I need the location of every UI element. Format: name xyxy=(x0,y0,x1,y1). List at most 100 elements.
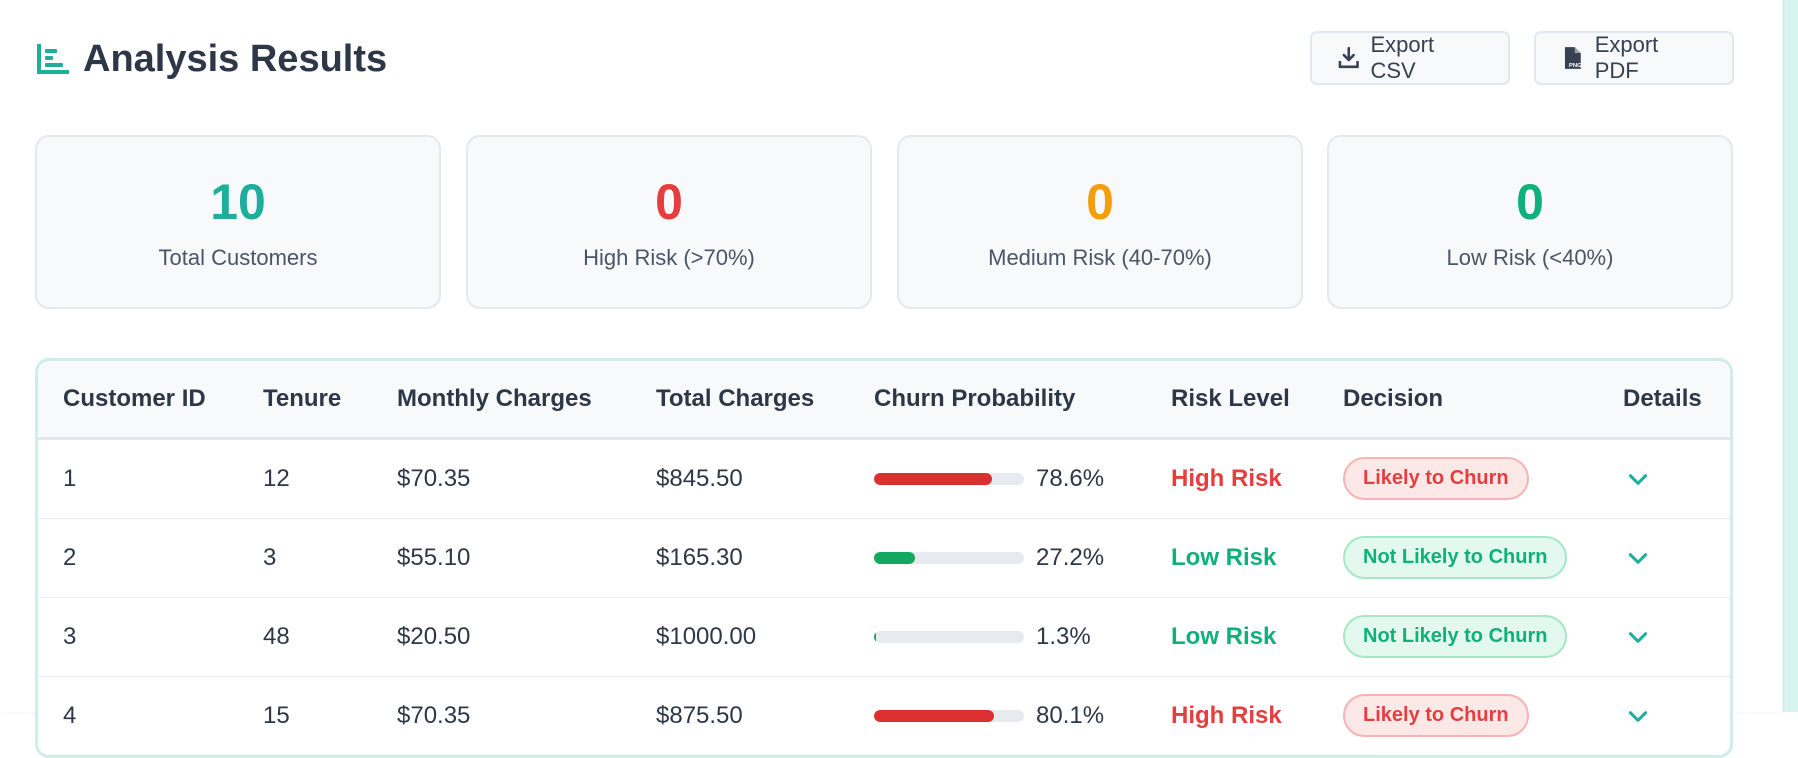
table-row: 2 3 $55.10 $165.30 27.2% Low Risk Not Likely t… xyxy=(38,518,1730,597)
risk-level-text: Low Risk xyxy=(1171,622,1277,650)
cell-tenure: 3 xyxy=(263,543,277,571)
table-body: 1 12 $70.35 $845.50 78.6% High Risk Likely to … xyxy=(38,438,1730,755)
probability-bar xyxy=(874,551,1024,564)
stat-label: High Risk (>70%) xyxy=(583,245,755,270)
stat-value: 0 xyxy=(1516,174,1544,230)
column-header-decision[interactable]: Decision xyxy=(1318,361,1598,438)
right-edge-strip xyxy=(1783,0,1798,712)
stat-value: 0 xyxy=(655,174,683,230)
decision-badge: Likely to Churn xyxy=(1343,457,1529,500)
decision-badge: Not Likely to Churn xyxy=(1343,536,1568,579)
probability-value: 27.2% xyxy=(1036,543,1105,571)
cell-customer-id: 2 xyxy=(63,543,77,571)
risk-level-text: High Risk xyxy=(1171,464,1282,492)
expand-details-button[interactable] xyxy=(1623,703,1730,729)
cell-tenure: 15 xyxy=(263,701,290,729)
cell-decision: Not Likely to Churn xyxy=(1318,518,1598,597)
cell-risk-level: High Risk xyxy=(1146,438,1318,518)
risk-level-text: High Risk xyxy=(1171,701,1282,729)
download-icon xyxy=(1338,46,1359,69)
cell-customer-id: 1 xyxy=(63,464,77,492)
export-pdf-label: Export PDF xyxy=(1594,32,1659,83)
column-header-monthly-charges[interactable]: Monthly Charges xyxy=(372,361,631,438)
cell-total-charges: $165.30 xyxy=(656,543,743,571)
column-header-risk-level[interactable]: Risk Level xyxy=(1146,361,1318,438)
stat-label: Low Risk (<40%) xyxy=(1446,245,1614,270)
probability-bar xyxy=(874,472,1024,485)
cell-monthly-charges: $55.10 xyxy=(397,543,471,571)
column-header-total-charges[interactable]: Total Charges xyxy=(631,361,849,438)
page-header: Analysis Results xyxy=(35,34,387,84)
stat-value: 0 xyxy=(1086,174,1114,230)
stat-card-high-risk: 0 High Risk (>70%) xyxy=(466,135,872,309)
cell-customer-id: 3 xyxy=(63,622,77,650)
probability-value: 1.3% xyxy=(1036,622,1091,650)
cell-decision: Likely to Churn xyxy=(1318,676,1598,755)
cell-churn-probability: 27.2% xyxy=(849,518,1146,597)
export-csv-label: Export CSV xyxy=(1370,32,1435,83)
bar-chart-icon xyxy=(35,41,71,77)
cell-tenure: 48 xyxy=(263,622,290,650)
cell-total-charges: $845.50 xyxy=(656,464,743,492)
probability-bar-fill xyxy=(874,551,915,564)
cell-details xyxy=(1598,676,1730,755)
table-header-row: Customer ID Tenure Monthly Charges Total… xyxy=(38,361,1730,438)
stat-card-total-customers: 10 Total Customers xyxy=(35,135,441,309)
expand-details-button[interactable] xyxy=(1623,466,1730,492)
page-title: Analysis Results xyxy=(83,37,388,80)
column-header-customer-id[interactable]: Customer ID xyxy=(38,361,238,438)
cell-risk-level: Low Risk xyxy=(1146,518,1318,597)
cell-details xyxy=(1598,518,1730,597)
png-file-icon: PNG xyxy=(1564,47,1582,69)
cell-risk-level: High Risk xyxy=(1146,676,1318,755)
stat-card-medium-risk: 0 Medium Risk (40-70%) xyxy=(897,135,1303,309)
decision-badge: Not Likely to Churn xyxy=(1343,615,1568,658)
cell-churn-probability: 80.1% xyxy=(849,676,1146,755)
analysis-results-panel: Analysis Results Export CSV PNG Export P… xyxy=(0,0,1782,758)
export-csv-button[interactable]: Export CSV xyxy=(1310,31,1510,85)
cell-details xyxy=(1598,597,1730,676)
expand-details-button[interactable] xyxy=(1623,624,1730,650)
cell-total-charges: $1000.00 xyxy=(656,622,757,650)
probability-value: 80.1% xyxy=(1036,701,1105,729)
cell-details xyxy=(1598,438,1730,518)
cell-monthly-charges: $70.35 xyxy=(397,701,471,729)
results-table-container: Customer ID Tenure Monthly Charges Total… xyxy=(35,358,1733,758)
cell-decision: Not Likely to Churn xyxy=(1318,597,1598,676)
expand-details-button[interactable] xyxy=(1623,545,1730,571)
stat-card-low-risk: 0 Low Risk (<40%) xyxy=(1327,135,1733,309)
stat-value: 10 xyxy=(210,174,266,230)
probability-bar-fill xyxy=(874,630,876,643)
cell-tenure: 12 xyxy=(263,464,290,492)
column-header-tenure[interactable]: Tenure xyxy=(238,361,372,438)
risk-level-text: Low Risk xyxy=(1171,543,1277,571)
decision-badge: Likely to Churn xyxy=(1343,694,1529,737)
chevron-down-icon xyxy=(1628,631,1648,643)
export-pdf-button[interactable]: PNG Export PDF xyxy=(1534,31,1734,85)
table-row: 4 15 $70.35 $875.50 80.1% High Risk Likely to … xyxy=(38,676,1730,755)
probability-bar xyxy=(874,630,1024,643)
cell-decision: Likely to Churn xyxy=(1318,438,1598,518)
svg-text:PNG: PNG xyxy=(1569,63,1582,69)
chevron-down-icon xyxy=(1628,710,1648,722)
cell-churn-probability: 78.6% xyxy=(849,438,1146,518)
stat-label: Medium Risk (40-70%) xyxy=(988,245,1212,270)
chevron-down-icon xyxy=(1628,473,1648,485)
stat-label: Total Customers xyxy=(158,245,318,270)
chevron-down-icon xyxy=(1628,552,1648,564)
probability-bar xyxy=(874,709,1024,722)
cell-risk-level: Low Risk xyxy=(1146,597,1318,676)
cell-monthly-charges: $20.50 xyxy=(397,622,471,650)
results-table: Customer ID Tenure Monthly Charges Total… xyxy=(38,361,1730,755)
probability-bar-fill xyxy=(874,472,992,485)
probability-bar-fill xyxy=(874,709,995,722)
column-header-churn-probability[interactable]: Churn Probability xyxy=(849,361,1146,438)
table-row: 1 12 $70.35 $845.50 78.6% High Risk Likely to … xyxy=(38,438,1730,518)
probability-value: 78.6% xyxy=(1036,464,1105,492)
cell-churn-probability: 1.3% xyxy=(849,597,1146,676)
cell-monthly-charges: $70.35 xyxy=(397,464,471,492)
column-header-details[interactable]: Details xyxy=(1598,361,1730,438)
table-row: 3 48 $20.50 $1000.00 1.3% Low Risk Not Likely … xyxy=(38,597,1730,676)
cell-customer-id: 4 xyxy=(63,701,77,729)
cell-total-charges: $875.50 xyxy=(656,701,743,729)
